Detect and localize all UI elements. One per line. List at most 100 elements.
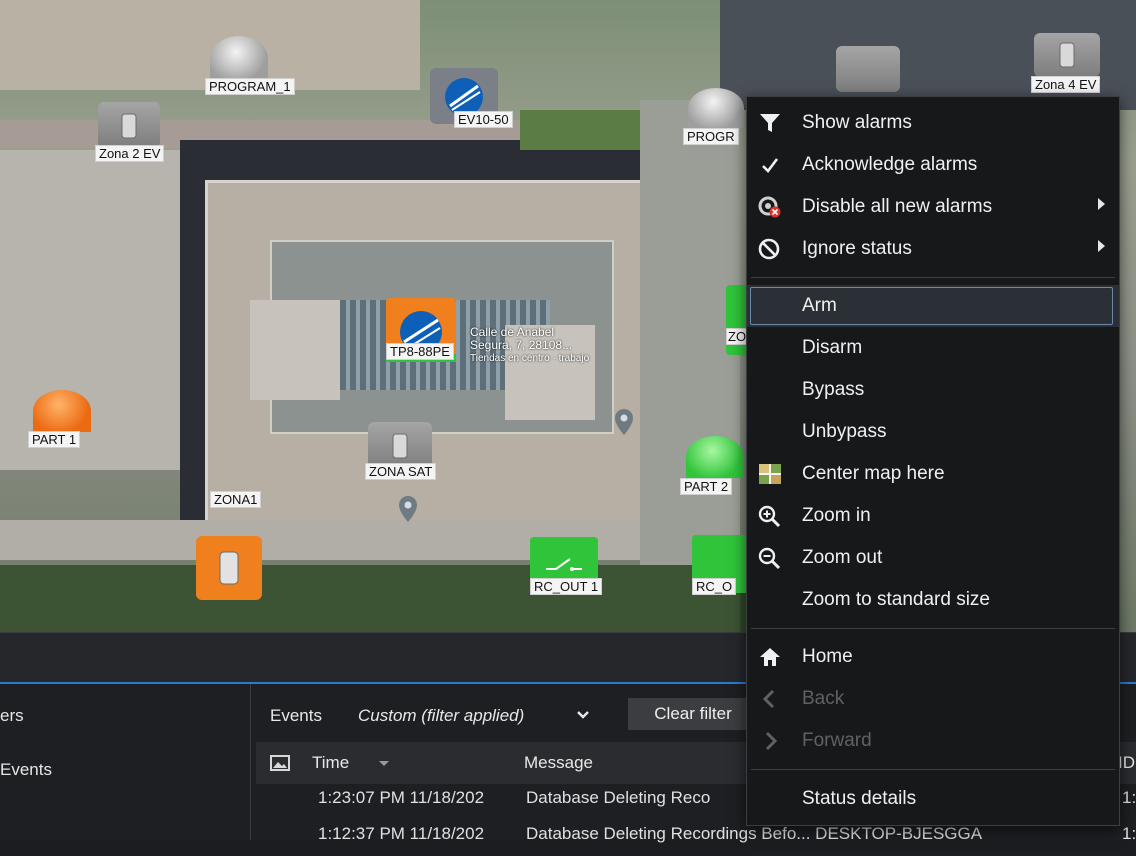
map-context-menu: Show alarms Acknowledge alarms Disable a… — [746, 96, 1120, 826]
map-marker-hidden-zona[interactable] — [836, 46, 900, 92]
map-marker-part2[interactable] — [686, 436, 744, 478]
menu-separator — [751, 277, 1115, 278]
submenu-arrow-icon — [1098, 240, 1105, 252]
home-icon — [760, 648, 780, 666]
marker-label-part1: PART 1 — [28, 431, 81, 448]
menu-item-label: Home — [802, 646, 853, 667]
map-pin-icon — [398, 495, 418, 528]
left-nav-item-1[interactable]: ers — [0, 706, 250, 726]
table-row[interactable]: 1:12:37 PM 11/18/202 Database Deleting R… — [256, 824, 1136, 856]
menu-item-disarm[interactable]: Disarm — [747, 327, 1119, 369]
alarm-disable-icon — [758, 196, 781, 218]
chevron-down-icon[interactable] — [576, 710, 590, 720]
row-time: 1:12:37 PM 11/18/202 — [318, 824, 485, 843]
menu-item-label: Status details — [802, 788, 917, 809]
map-roof-block-left — [250, 300, 340, 400]
menu-item-acknowledge-alarms[interactable]: Acknowledge alarms — [747, 144, 1119, 186]
marker-label-zona1[interactable]: ZONA1 — [210, 491, 262, 508]
chevron-right-icon — [765, 731, 778, 751]
marker-label-rco: RC_O — [692, 578, 737, 595]
menu-item-label: Arm — [802, 295, 837, 316]
map-marker-zona4ev[interactable] — [1034, 33, 1100, 77]
events-filter-dropdown[interactable]: Custom (filter applied) — [358, 706, 524, 726]
menu-item-disable-new-alarms[interactable]: Disable all new alarms — [747, 186, 1119, 228]
menu-item-label: Forward — [802, 730, 872, 751]
menu-item-label: Disable all new alarms — [802, 196, 993, 217]
door-sensor-icon — [1059, 42, 1075, 68]
map-marker-program1[interactable] — [210, 36, 268, 82]
door-sensor-icon — [392, 433, 408, 459]
menu-item-center-map[interactable]: Center map here — [747, 453, 1119, 495]
column-time[interactable]: Time — [304, 742, 515, 784]
menu-item-zoom-standard[interactable]: Zoom to standard size — [747, 579, 1119, 621]
map-pin-icon — [614, 408, 634, 441]
menu-item-label: Show alarms — [802, 112, 912, 133]
map-marker-progr[interactable] — [688, 88, 744, 128]
marker-label-progr: PROGR — [683, 128, 739, 145]
menu-item-zoom-in[interactable]: Zoom in — [747, 495, 1119, 537]
marker-label-rcout1: RC_OUT 1 — [530, 578, 603, 595]
menu-item-label: Back — [802, 688, 845, 709]
street-address-caption: Calle de Anabel Segura, 7, 28108... Tien… — [470, 326, 589, 365]
menu-item-label: Ignore status — [802, 238, 912, 259]
filter-icon — [760, 114, 780, 132]
chevron-left-icon — [762, 689, 775, 709]
row-time: 1:23:07 PM 11/18/202 — [318, 788, 485, 807]
switch-output-icon — [546, 558, 582, 571]
menu-item-label: Bypass — [802, 379, 865, 400]
clear-filter-button[interactable]: Clear filter — [628, 698, 758, 730]
menu-item-forward: Forward — [747, 720, 1119, 762]
menu-item-label: Zoom out — [802, 547, 883, 568]
door-sensor-icon — [121, 113, 137, 139]
menu-item-label: Acknowledge alarms — [802, 154, 978, 175]
marker-label-part2: PART 2 — [680, 478, 733, 495]
map-center-icon — [759, 464, 781, 484]
column-message-label: Message — [524, 753, 593, 772]
menu-item-label: Zoom to standard size — [802, 589, 990, 610]
menu-item-show-alarms[interactable]: Show alarms — [747, 102, 1119, 144]
menu-item-arm[interactable]: Arm — [747, 285, 1119, 327]
marker-label-zo: ZO — [726, 328, 749, 345]
marker-label-zona2ev: Zona 2 EV — [95, 145, 165, 162]
menu-item-unbypass[interactable]: Unbypass — [747, 411, 1119, 453]
row-id: 1: — [1122, 788, 1136, 807]
row-message: Database Deleting Reco — [526, 788, 711, 807]
map-lot-west — [0, 150, 190, 470]
menu-item-home[interactable]: Home — [747, 636, 1119, 678]
menu-item-back: Back — [747, 678, 1119, 720]
column-id-label: ID — [1118, 753, 1135, 772]
menu-item-bypass[interactable]: Bypass — [747, 369, 1119, 411]
marker-label-ev1050: EV10-50 — [454, 111, 513, 128]
menu-item-label: Unbypass — [802, 421, 887, 442]
marker-label-zona4ev: Zona 4 EV — [1031, 76, 1101, 93]
column-time-label: Time — [312, 753, 350, 772]
map-marker-part1[interactable] — [33, 390, 91, 432]
menu-item-label: Zoom in — [802, 505, 871, 526]
menu-item-zoom-out[interactable]: Zoom out — [747, 537, 1119, 579]
image-icon — [270, 755, 290, 771]
row-message: Database Deleting Recordings Befo... DES… — [526, 824, 983, 843]
marker-label-program1: PROGRAM_1 — [205, 78, 295, 95]
events-label: Events — [270, 706, 322, 725]
menu-item-label: Disarm — [802, 337, 863, 358]
submenu-arrow-icon — [1098, 198, 1105, 210]
map-lawn — [520, 110, 640, 150]
map-road-south — [0, 520, 740, 560]
column-thumbnail[interactable] — [256, 742, 305, 784]
map-marker-zona2ev[interactable] — [98, 102, 160, 148]
left-nav-item-events[interactable]: Events — [0, 760, 250, 780]
menu-item-status-details[interactable]: Status details — [747, 778, 1119, 820]
column-id[interactable]: ID — [1118, 742, 1136, 784]
map-marker-orange-door[interactable] — [196, 536, 262, 600]
marker-label-tp888pe: TP8-88PE — [386, 343, 454, 360]
street-line-3: Tiendas en centro · trabajo — [470, 353, 590, 364]
ban-icon — [758, 238, 780, 260]
street-line-2: Segura, 7, 28108... — [470, 338, 573, 352]
check-icon — [762, 158, 779, 173]
row-id: 1: — [1122, 824, 1136, 843]
menu-separator — [751, 628, 1115, 629]
menu-item-ignore-status[interactable]: Ignore status — [747, 228, 1119, 270]
marker-label-zonasat: ZONA SAT — [365, 463, 437, 480]
panel-divider — [250, 684, 251, 840]
map-trees-south — [0, 565, 740, 632]
